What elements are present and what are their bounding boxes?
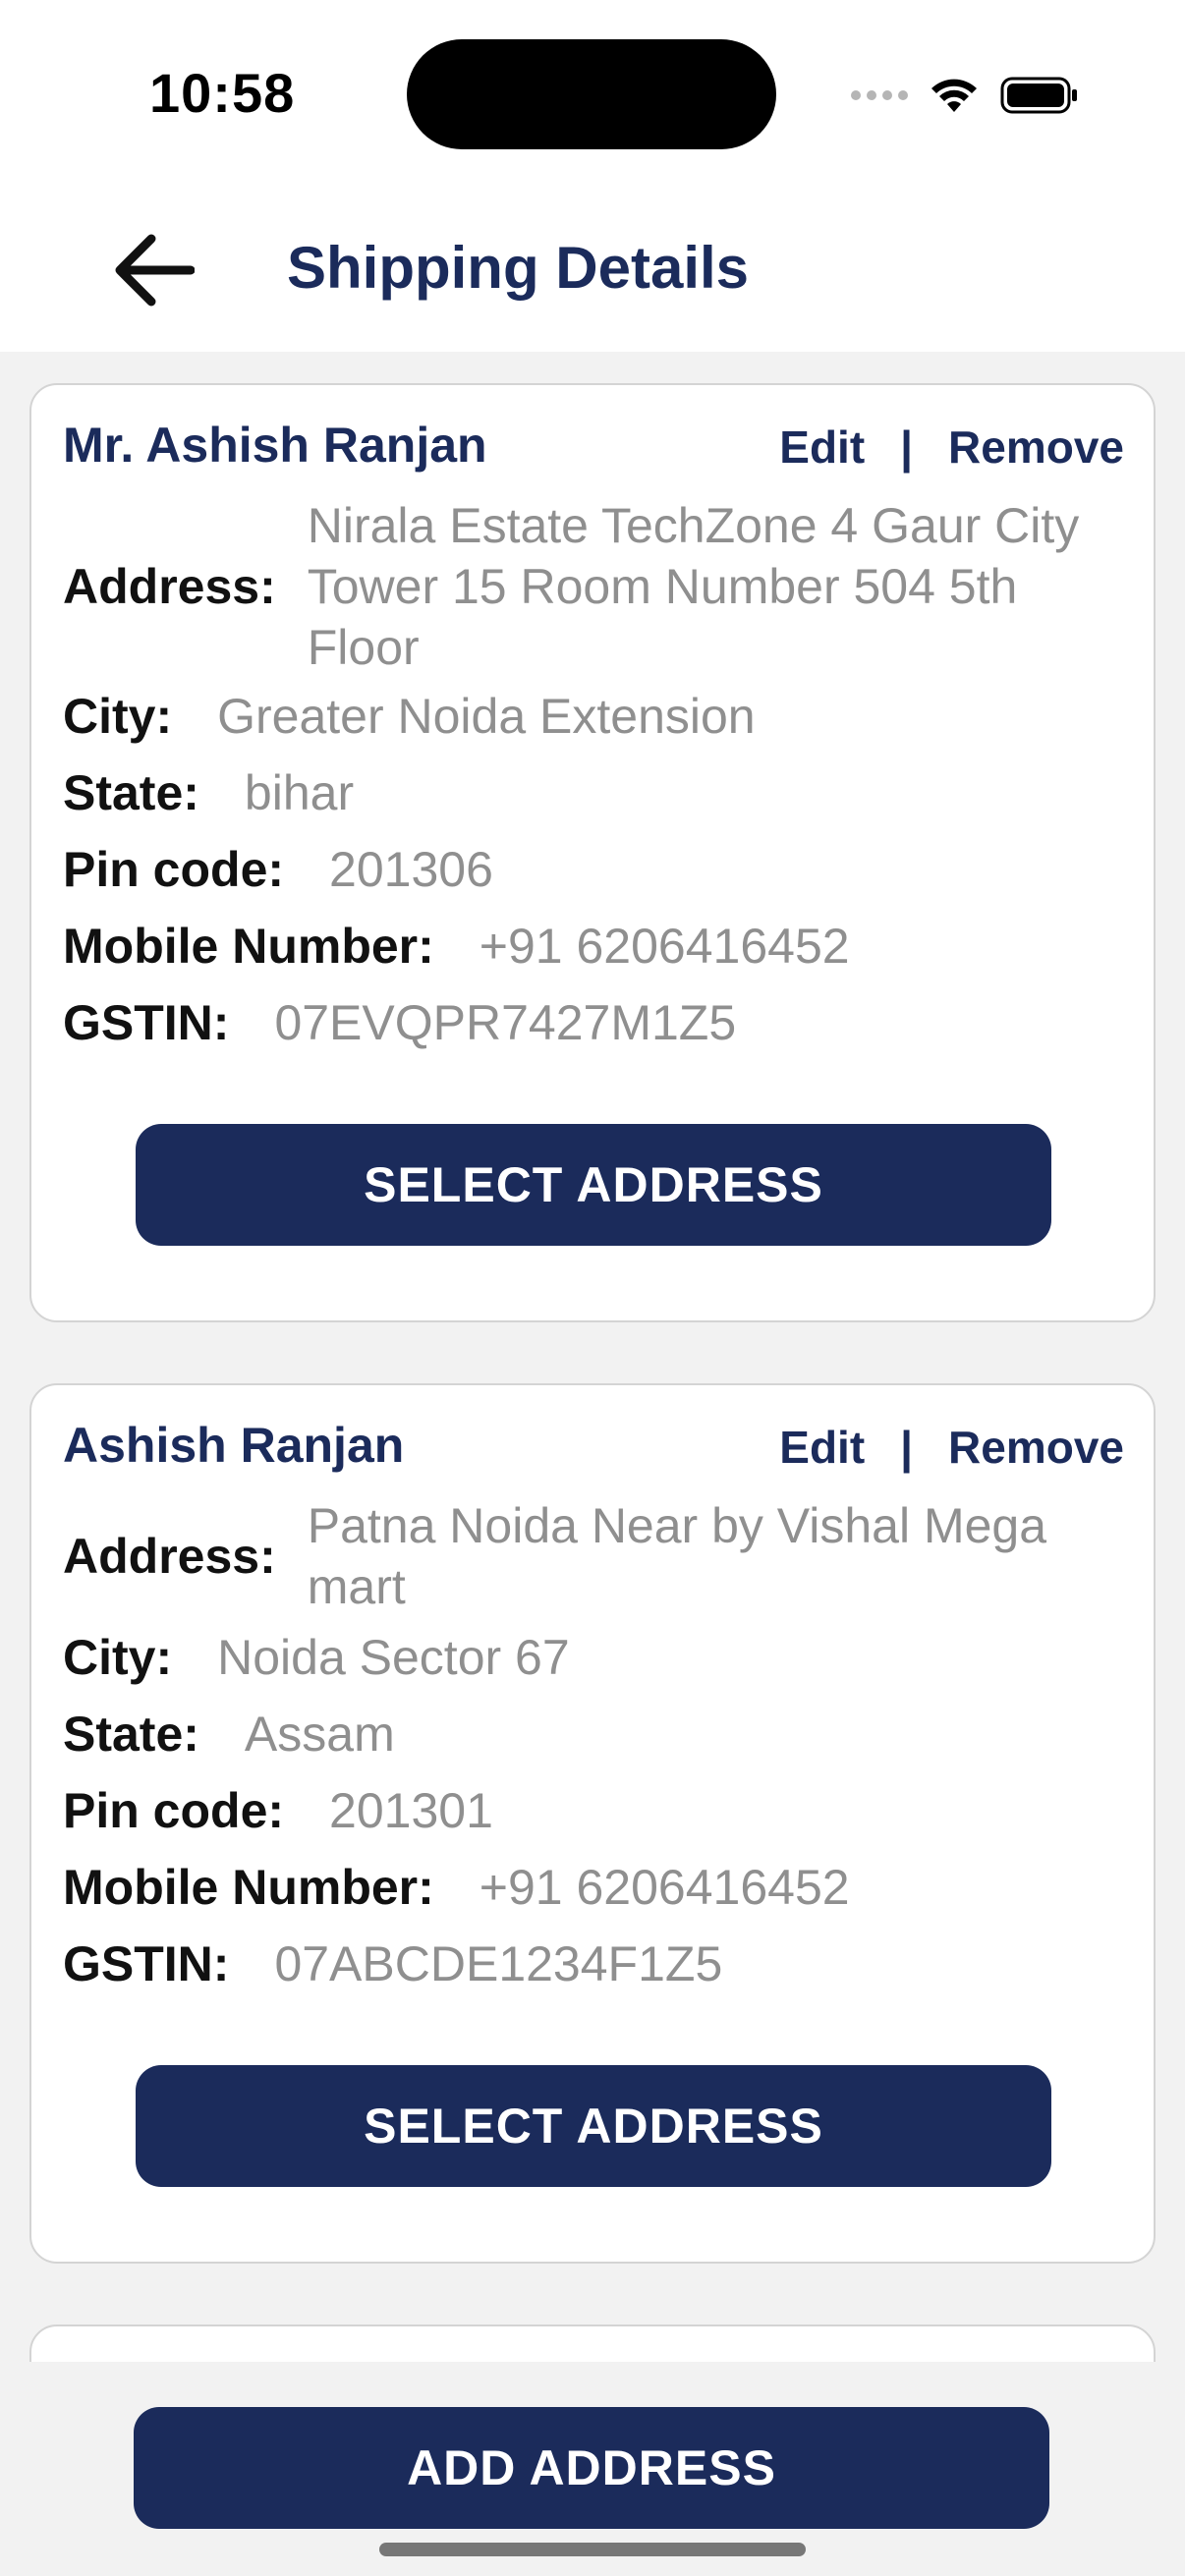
edit-link[interactable]: Edit (779, 1421, 865, 1474)
status-bar: 10:58 (0, 0, 1185, 187)
edit-link[interactable]: Edit (779, 420, 865, 474)
address-label: Address: (63, 1529, 276, 1584)
remove-link[interactable]: Remove (948, 1421, 1124, 1474)
state-label: State: (63, 1707, 199, 1762)
gstin-row: GSTIN: 07EVQPR7427M1Z5 (63, 992, 736, 1053)
address-card (29, 2324, 1156, 2362)
mobile-value: +91 6206416452 (479, 1860, 850, 1915)
recipient-name: Ashish Ranjan (63, 1418, 405, 1473)
signal-dots-icon (851, 90, 908, 100)
status-time: 10:58 (149, 62, 296, 124)
pin-row: Pin code: 201306 (63, 839, 493, 900)
add-address-button[interactable]: ADD ADDRESS (134, 2407, 1049, 2529)
city-row: City: Noida Sector 67 (63, 1627, 570, 1688)
action-separator: | (900, 1422, 914, 1473)
mobile-label: Mobile Number: (63, 1860, 434, 1915)
city-value: Greater Noida Extension (217, 689, 756, 744)
city-value: Noida Sector 67 (217, 1630, 570, 1685)
city-label: City: (63, 689, 173, 744)
bottom-bar: ADD ADDRESS (0, 2362, 1185, 2576)
pin-row: Pin code: 201301 (63, 1780, 493, 1841)
action-separator: | (900, 421, 914, 473)
pin-value: 201301 (329, 1783, 493, 1838)
address-card: Mr. Ashish Ranjan Edit | Remove Address:… (29, 383, 1156, 1322)
back-button[interactable] (106, 226, 200, 314)
address-row: Address: Patna Noida Near by Vishal Mega… (63, 1495, 1094, 1617)
city-label: City: (63, 1630, 173, 1685)
state-row: State: bihar (63, 762, 354, 823)
gstin-value: 07ABCDE1234F1Z5 (274, 1936, 723, 1991)
recipient-name: Mr. Ashish Ranjan (63, 418, 487, 473)
state-value: Assam (244, 1707, 395, 1762)
status-icons (851, 73, 1079, 118)
pin-label: Pin code: (63, 1783, 285, 1838)
gstin-label: GSTIN: (63, 995, 230, 1050)
remove-link[interactable]: Remove (948, 420, 1124, 474)
home-indicator[interactable] (379, 2543, 806, 2556)
select-address-button[interactable]: SELECT ADDRESS (136, 1124, 1051, 1246)
address-card: Ashish Ranjan Edit | Remove Address: Pat… (29, 1383, 1156, 2264)
card-actions: Edit | Remove (779, 1421, 1124, 1474)
arrow-left-icon (115, 234, 195, 307)
address-value: Nirala Estate TechZone 4 Gaur City Tower… (307, 498, 1080, 675)
address-list[interactable]: Mr. Ashish Ranjan Edit | Remove Address:… (0, 352, 1185, 2362)
gstin-label: GSTIN: (63, 1936, 230, 1991)
address-label: Address: (63, 559, 276, 614)
page-title: Shipping Details (287, 235, 750, 301)
card-actions: Edit | Remove (779, 420, 1124, 474)
state-value: bihar (244, 765, 355, 820)
gstin-row: GSTIN: 07ABCDE1234F1Z5 (63, 1933, 722, 1994)
mobile-row: Mobile Number: +91 6206416452 (63, 1857, 850, 1918)
battery-icon (1000, 77, 1077, 114)
wifi-icon (931, 79, 977, 112)
mobile-label: Mobile Number: (63, 919, 434, 974)
select-address-button[interactable]: SELECT ADDRESS (136, 2065, 1051, 2187)
address-value: Patna Noida Near by Vishal Mega mart (307, 1498, 1047, 1614)
mobile-row: Mobile Number: +91 6206416452 (63, 916, 850, 977)
pin-label: Pin code: (63, 842, 285, 897)
pin-value: 201306 (329, 842, 493, 897)
state-label: State: (63, 765, 199, 820)
city-row: City: Greater Noida Extension (63, 686, 756, 747)
state-row: State: Assam (63, 1704, 395, 1764)
header: Shipping Details (0, 187, 1185, 352)
gstin-value: 07EVQPR7427M1Z5 (274, 995, 737, 1050)
address-row: Address: Nirala Estate TechZone 4 Gaur C… (63, 495, 1094, 678)
mobile-value: +91 6206416452 (479, 919, 850, 974)
dynamic-island (407, 39, 776, 149)
